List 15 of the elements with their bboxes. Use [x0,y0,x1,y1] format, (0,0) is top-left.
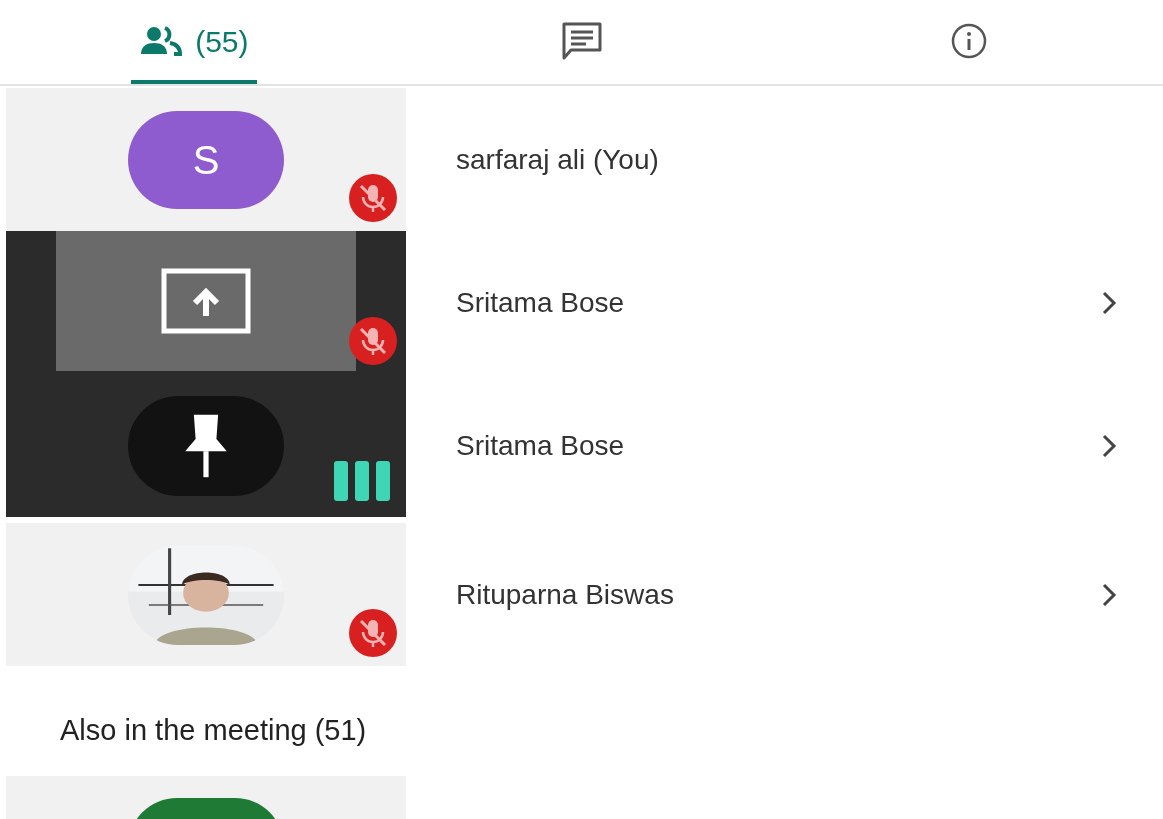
participant-name: sarfaraj ali (You) [456,142,660,177]
participant-row[interactable]: Sritama Bose [6,231,1157,374]
participant-name: Sritama Bose [456,285,626,320]
participant-name: Sritama Bose [456,428,626,463]
tab[interactable]: (55) [0,0,388,84]
participant-row[interactable]: Sritama Bose [6,374,1157,517]
participant-row[interactable]: Rituparna Biswas [6,523,1157,666]
section-heading: Also in the meeting (51) [60,713,367,749]
people-icon [139,26,184,56]
participant-row[interactable]: S sarfaraj ali (You) [6,88,1157,231]
info-icon [950,22,989,60]
participant-name: Rituparna Biswas [456,577,675,612]
avatar-initial: S [192,136,220,184]
chat-icon [560,21,603,61]
present-screen-icon [161,268,251,334]
